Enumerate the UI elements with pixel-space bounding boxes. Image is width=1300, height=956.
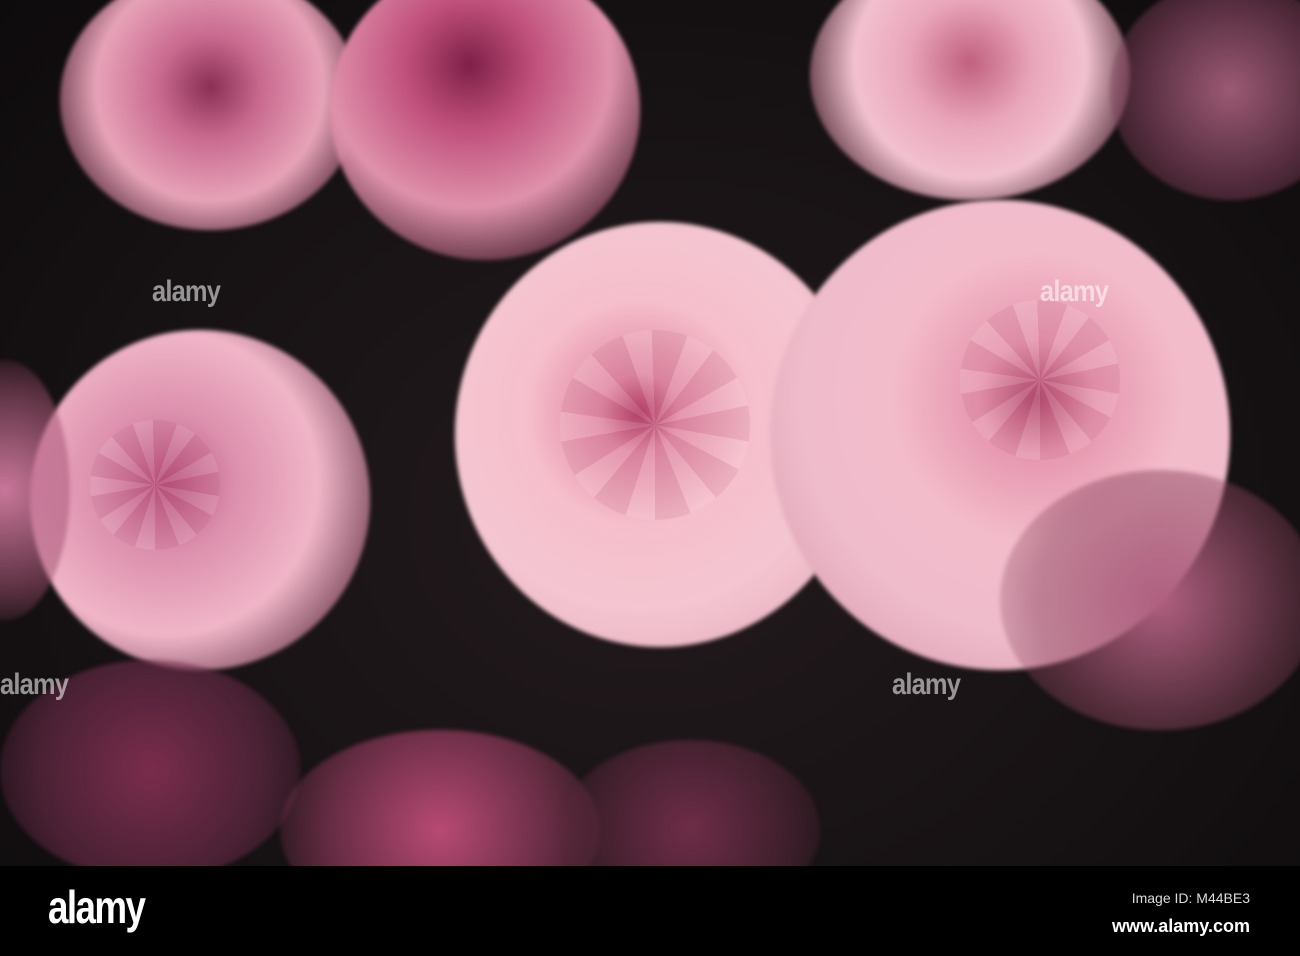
alamy-logo: alamy	[48, 881, 146, 933]
rose-top-center	[330, 0, 640, 260]
rose-bottom-right	[1000, 470, 1300, 730]
watermark: alamy	[1040, 275, 1109, 308]
rose-bottom-mid	[560, 740, 820, 866]
rose-photo: alamy alamy alamy alamy	[0, 0, 1300, 866]
rose-top-right	[810, 0, 1130, 200]
rose-left-swirl	[90, 420, 220, 550]
rose-right-swirl	[960, 300, 1120, 460]
watermark: alamy	[152, 275, 221, 308]
image-id: Image ID: M44BE3	[1131, 890, 1250, 906]
rose-center-swirl	[560, 330, 750, 520]
rose-far-top-right	[1110, 0, 1300, 200]
rose-bottom-center	[280, 730, 600, 866]
watermark: alamy	[0, 668, 69, 701]
footer-bar: alamy Image ID: M44BE3 www.alamy.com	[0, 866, 1300, 956]
rose-top-left	[60, 0, 360, 230]
site-url: www.alamy.com	[1111, 916, 1250, 936]
watermark: alamy	[892, 668, 961, 701]
